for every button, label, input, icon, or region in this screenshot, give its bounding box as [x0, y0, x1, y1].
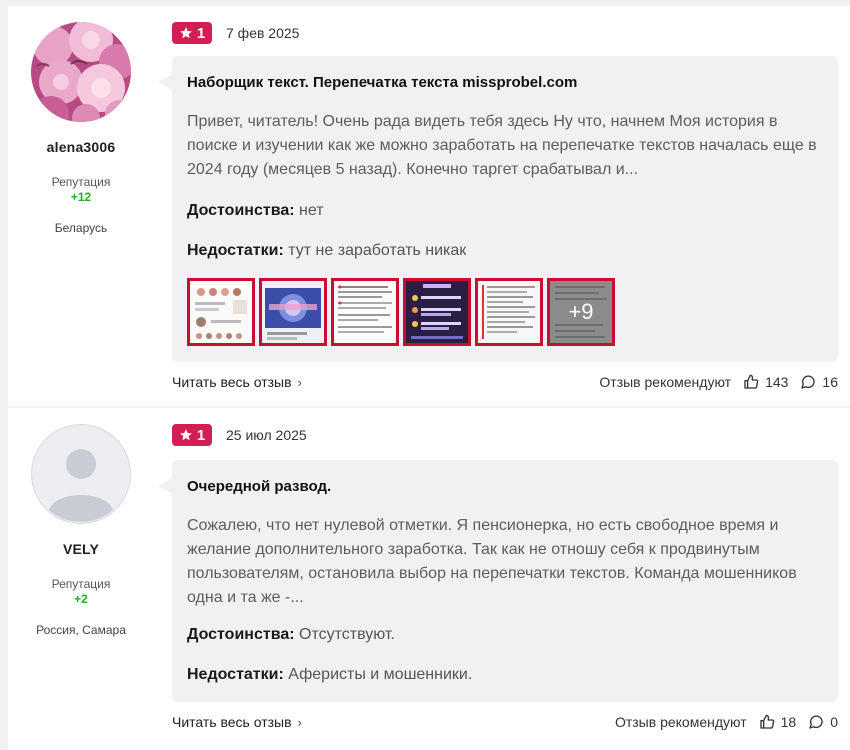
review-card: VELY Репутация +2 Россия, Самара 1 25 ию… [8, 408, 850, 750]
photo-thumbnail[interactable] [187, 278, 255, 346]
avatar[interactable] [31, 424, 131, 524]
comments-count: 16 [822, 374, 838, 390]
cons-text: Аферисты и мошенники. [288, 666, 473, 683]
review-excerpt: Сожалею, что нет нулевой отметки. Я пенс… [187, 517, 797, 606]
review-stats: Отзыв рекомендуют 143 16 [599, 374, 838, 390]
peony-flowers-photo [31, 22, 131, 122]
review-excerpt: Привет, читатель! Очень рада видеть тебя… [187, 113, 817, 178]
photo-thumbnail[interactable] [475, 278, 543, 346]
reputation-value: +12 [70, 190, 92, 204]
review-title[interactable]: Очередной развод. [187, 478, 331, 495]
recommend-label: Отзыв рекомендуют [614, 714, 747, 730]
photo-thumbnail[interactable] [331, 278, 399, 346]
review-card: alena3006 Репутация +12 Беларусь 1 7 фев… [8, 6, 850, 406]
read-full-review-link[interactable]: Читать весь отзыв › [172, 714, 302, 730]
thumbs-up-icon[interactable] [759, 714, 775, 730]
username[interactable]: VELY [8, 541, 154, 557]
thumbs-up-icon[interactable] [743, 374, 759, 390]
review-footer: Читать весь отзыв › Отзыв рекомендуют 18… [172, 714, 838, 734]
recommend-label: Отзыв рекомендуют [599, 374, 732, 390]
review-cons: Недостатки: Аферисты и мошенники. [187, 666, 472, 684]
comment-icon[interactable] [808, 714, 824, 730]
review-header: 1 25 июл 2025 [172, 424, 307, 446]
review-date: 7 фев 2025 [226, 25, 300, 41]
chevron-right-icon: › [297, 714, 302, 730]
review-footer: Читать весь отзыв › Отзыв рекомендуют 14… [172, 374, 838, 394]
review-stats: Отзыв рекомендуют 18 0 [615, 714, 838, 730]
more-photos-count: +9 [568, 299, 594, 324]
pros-text: нет [299, 202, 324, 219]
rating-badge: 1 [172, 424, 212, 446]
avatar[interactable] [31, 22, 131, 122]
rating-value: 1 [196, 24, 206, 42]
chevron-right-icon: › [297, 374, 302, 390]
star-icon [179, 27, 192, 39]
pros-label: Достоинства: [187, 202, 295, 219]
default-user-avatar [31, 424, 131, 524]
review-date: 25 июл 2025 [226, 427, 307, 443]
read-more-label: Читать весь отзыв [172, 714, 292, 730]
rating-value: 1 [196, 426, 206, 444]
review-cons: Недостатки: тут не заработать никак [187, 242, 466, 260]
review-author: alena3006 Репутация +12 Беларусь [8, 6, 154, 235]
star-icon [179, 429, 192, 441]
author-location: Беларусь [54, 221, 108, 235]
review-pros: Достоинства: нет [187, 202, 324, 220]
rating-badge: 1 [172, 22, 212, 44]
photo-thumbnail[interactable] [403, 278, 471, 346]
reputation-value: +2 [74, 592, 88, 606]
review-body: Наборщик текст. Перепечатка текста missp… [158, 56, 838, 362]
review-header: 1 7 фев 2025 [172, 22, 299, 44]
read-full-review-link[interactable]: Читать весь отзыв › [172, 374, 302, 390]
cons-label: Недостатки: [187, 666, 284, 683]
pros-label: Достоинства: [187, 626, 295, 643]
more-photos-button[interactable]: +9 [547, 278, 615, 346]
comment-icon[interactable] [800, 374, 816, 390]
pros-text: Отсутствуют. [299, 626, 395, 643]
review-author: VELY Репутация +2 Россия, Самара [8, 408, 154, 637]
reputation-label: Репутация [51, 577, 111, 591]
review-pros: Достоинства: Отсутствуют. [187, 626, 395, 644]
photo-thumbnail[interactable] [259, 278, 327, 346]
username[interactable]: alena3006 [8, 139, 154, 155]
reputation-label: Репутация [51, 175, 111, 189]
photo-gallery: +9 [187, 278, 615, 346]
cons-label: Недостатки: [187, 242, 284, 259]
comments-count: 0 [830, 714, 838, 730]
likes-count: 143 [765, 374, 789, 390]
cons-text: тут не заработать никак [288, 242, 467, 259]
review-title[interactable]: Наборщик текст. Перепечатка текста missp… [187, 74, 577, 91]
author-location: Россия, Самара [36, 623, 126, 637]
review-body: Очередной развод. Сожалею, что нет нулев… [158, 460, 838, 702]
read-more-label: Читать весь отзыв [172, 374, 292, 390]
likes-count: 18 [780, 714, 797, 730]
